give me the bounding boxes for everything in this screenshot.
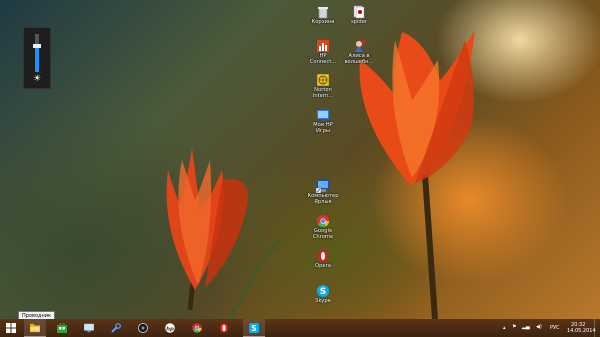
wrench-icon — [111, 323, 121, 333]
windows-logo-icon — [6, 323, 16, 333]
wallpaper-tulips — [166, 30, 475, 319]
hp-button[interactable]: hp — [159, 319, 181, 337]
spider-solitaire-icon — [352, 4, 366, 19]
explorer-button[interactable] — [24, 319, 46, 337]
desktop-icon-alice[interactable]: Алиса в волшебн... — [338, 38, 380, 65]
desktop-icon-computer[interactable]: Компьютер Ярлык — [302, 178, 344, 205]
hp-games-icon — [316, 107, 330, 121]
brightness-fill — [35, 46, 39, 72]
tray-overflow-chevron-icon[interactable]: ▴ — [503, 325, 506, 331]
webcam-icon — [138, 323, 148, 333]
tray-flag-icon[interactable]: ⚑ — [512, 324, 516, 330]
desktop-icon-hp-games[interactable]: Мои HP Игры — [302, 107, 344, 134]
svg-text:S: S — [320, 287, 326, 297]
opera-icon — [316, 248, 330, 262]
opera-icon — [220, 323, 228, 333]
chrome-icon — [192, 323, 202, 333]
clock-date[interactable]: 14.05.2014 — [567, 328, 596, 334]
desktop-icon-spider[interactable]: spider — [338, 4, 380, 25]
svg-text:hp: hp — [166, 326, 174, 332]
computer-shortcut-icon — [315, 178, 330, 194]
hp-logo-icon: hp — [165, 323, 175, 333]
norton-internet-security-icon — [316, 72, 330, 87]
start-button[interactable] — [0, 319, 22, 337]
desktop-background[interactable]: ☀ Корзина spider HP Connect... Алиса в в… — [0, 0, 600, 319]
store-icon — [57, 323, 67, 333]
brightness-sun-icon: ☀ — [32, 74, 42, 84]
skype-taskbar-button[interactable]: S — [243, 319, 265, 337]
brightness-thumb[interactable] — [33, 44, 41, 48]
show-desktop-button[interactable] — [594, 319, 600, 337]
hp-connected-icon — [316, 38, 330, 52]
chrome-taskbar-button[interactable] — [186, 319, 208, 337]
folder-icon — [30, 323, 40, 333]
desktop-icon-opera[interactable]: Opera — [302, 248, 344, 269]
svg-text:S: S — [251, 324, 256, 333]
camera-button[interactable] — [132, 319, 154, 337]
opera-taskbar-button[interactable] — [213, 319, 235, 337]
desktop-app-button[interactable] — [78, 319, 100, 337]
store-button[interactable] — [51, 319, 73, 337]
tray-volume-icon[interactable]: ◀) — [536, 324, 542, 330]
alice-game-icon — [352, 38, 366, 52]
desktop-icon-chrome[interactable]: Google Chrome — [302, 213, 344, 240]
tray-network-icon[interactable]: ▂▄ — [522, 324, 530, 330]
monitor-icon — [84, 323, 94, 333]
language-indicator[interactable]: РУС — [550, 325, 560, 331]
chrome-icon — [316, 213, 330, 228]
desktop-icon-skype[interactable]: S Skype — [302, 283, 344, 304]
skype-icon: S — [249, 323, 259, 333]
taskbar[interactable]: hp S ▴ ⚑ ▂▄ ◀) РУС 20:32 14.05.2014 — [0, 319, 600, 337]
recycle-bin-icon — [316, 4, 330, 19]
tool-button[interactable] — [105, 319, 127, 337]
brightness-slider[interactable]: ☀ — [23, 27, 51, 89]
desktop-icon-norton[interactable]: Norton Intern... — [302, 72, 344, 99]
skype-icon: S — [316, 283, 330, 297]
